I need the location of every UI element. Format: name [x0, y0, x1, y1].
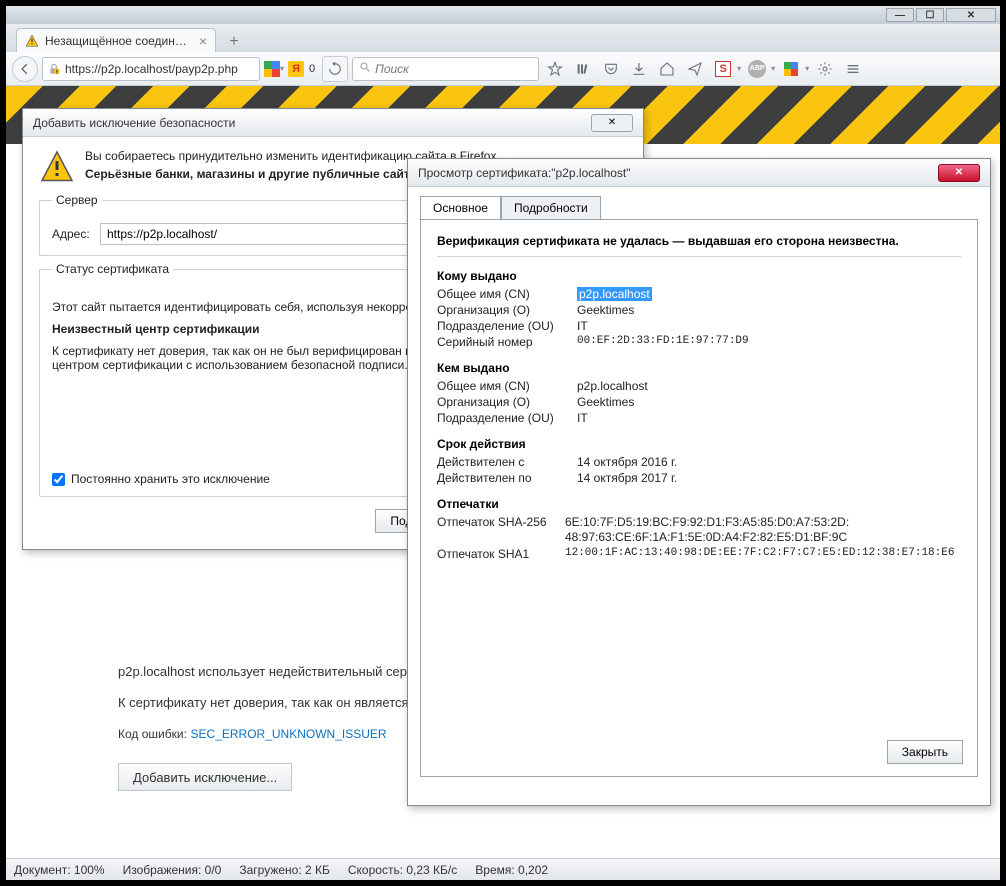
permanent-store-label: Постоянно хранить это исключение — [71, 472, 270, 486]
sha1-fingerprint: 12:00:1F:AC:13:40:98:DE:EE:7F:C2:F7:C7:E… — [565, 547, 954, 559]
adblock-extension-icon[interactable]: ABP — [745, 57, 769, 81]
insecure-lock-icon — [47, 62, 61, 76]
yandex-extension-icon[interactable]: Я0 — [288, 61, 318, 77]
downloads-icon[interactable] — [627, 57, 651, 81]
search-bar[interactable] — [352, 57, 539, 81]
window-minimize-button[interactable]: — — [886, 8, 914, 22]
serial-number: 00:EF:2D:33:FD:1E:97:77:D9 — [577, 335, 749, 349]
url-input[interactable] — [65, 62, 255, 76]
nav-toolbar: ▾ Я0 S ▾ ABP ▾ ▾ — [6, 52, 1000, 86]
cert-viewer-dialog: Просмотр сертификата:"p2p.localhost" ✕ О… — [407, 158, 991, 806]
close-button[interactable]: Закрыть — [887, 740, 963, 764]
warning-icon — [39, 149, 75, 185]
add-exception-button[interactable]: Добавить исключение... — [118, 763, 292, 791]
gear-icon[interactable] — [813, 57, 837, 81]
status-loaded: Загружено: 2 КБ — [239, 863, 330, 877]
issued-to-o: Geektimes — [577, 303, 634, 317]
browser-tab[interactable]: Незащищённое соединен... × — [16, 28, 216, 52]
status-speed: Скорость: 0,23 КБ/с — [348, 863, 457, 877]
stylish-extension-icon[interactable]: S — [711, 57, 735, 81]
status-bar: Документ: 100% Изображения: 0/0 Загружен… — [6, 858, 1000, 880]
verify-fail-text: Верификация сертификата не удалась — выд… — [437, 234, 961, 257]
issued-by-o: Geektimes — [577, 395, 634, 409]
hamburger-menu-icon[interactable] — [841, 57, 865, 81]
dialog-title: Просмотр сертификата:"p2p.localhost" — [418, 166, 938, 180]
back-button[interactable] — [12, 56, 38, 82]
window-maximize-button[interactable]: ☐ — [916, 8, 944, 22]
issued-by-ou: IT — [577, 411, 588, 425]
cert-status-legend: Статус сертификата — [52, 262, 173, 276]
dropdown-caret-icon[interactable]: ▾ — [737, 64, 741, 73]
cert-general-pane: Верификация сертификата не удалась — выд… — [420, 219, 978, 777]
dialog-close-button[interactable]: ✕ — [591, 114, 633, 132]
validity-heading: Срок действия — [437, 437, 961, 451]
address-bar[interactable] — [42, 57, 260, 81]
dropdown-caret-icon[interactable]: ▾ — [771, 64, 775, 73]
status-images: Изображения: 0/0 — [123, 863, 222, 877]
tab-details[interactable]: Подробности — [501, 196, 601, 220]
translate-extension-icon[interactable] — [779, 57, 803, 81]
window-close-button[interactable]: ✕ — [946, 8, 996, 22]
cert-tabs: Основное Подробности — [420, 195, 990, 219]
dialog-titlebar: Просмотр сертификата:"p2p.localhost" ✕ — [408, 159, 990, 187]
dropdown-caret-icon[interactable]: ▾ — [805, 64, 809, 73]
address-label: Адрес: — [52, 227, 94, 241]
warning-icon — [25, 34, 39, 48]
bookmark-star-icon[interactable] — [543, 57, 567, 81]
error-code[interactable]: SEC_ERROR_UNKNOWN_ISSUER — [191, 727, 387, 741]
status-time: Время: 0,202 — [475, 863, 548, 877]
tab-title: Незащищённое соединен... — [45, 34, 193, 48]
search-input[interactable] — [375, 62, 532, 76]
reload-button[interactable] — [322, 56, 348, 82]
pocket-icon[interactable] — [599, 57, 623, 81]
issued-to-ou: IT — [577, 319, 588, 333]
issued-to-heading: Кому выдано — [437, 269, 961, 283]
google-extension-icon[interactable]: ▾ — [264, 61, 284, 77]
tab-general[interactable]: Основное — [420, 196, 501, 220]
issued-to-cn[interactable]: p2p.localhost — [577, 287, 652, 301]
issued-by-cn: p2p.localhost — [577, 379, 648, 393]
search-icon — [359, 61, 371, 76]
fingerprints-heading: Отпечатки — [437, 497, 961, 511]
issued-by-heading: Кем выдано — [437, 361, 961, 375]
valid-from: 14 октября 2016 г. — [577, 455, 677, 469]
new-tab-button[interactable]: + — [222, 32, 246, 52]
tab-strip: Незащищённое соединен... × + — [6, 24, 1000, 52]
dialog-title: Добавить исключение безопасности — [33, 116, 591, 130]
home-icon[interactable] — [655, 57, 679, 81]
send-icon[interactable] — [683, 57, 707, 81]
sha256-fingerprint: 6E:10:7F:D5:19:BC:F9:92:D1:F3:A5:85:D0:A… — [565, 515, 849, 545]
dialog-close-button[interactable]: ✕ — [938, 164, 980, 182]
server-legend: Сервер — [52, 193, 102, 207]
status-doc: Документ: 100% — [14, 863, 105, 877]
window-titlebar: — ☐ ✕ — [6, 6, 1000, 24]
dialog-titlebar: Добавить исключение безопасности ✕ — [23, 109, 643, 137]
tab-close-icon[interactable]: × — [199, 33, 207, 49]
library-icon[interactable] — [571, 57, 595, 81]
valid-to: 14 октября 2017 г. — [577, 471, 677, 485]
permanent-store-checkbox[interactable] — [52, 473, 65, 486]
